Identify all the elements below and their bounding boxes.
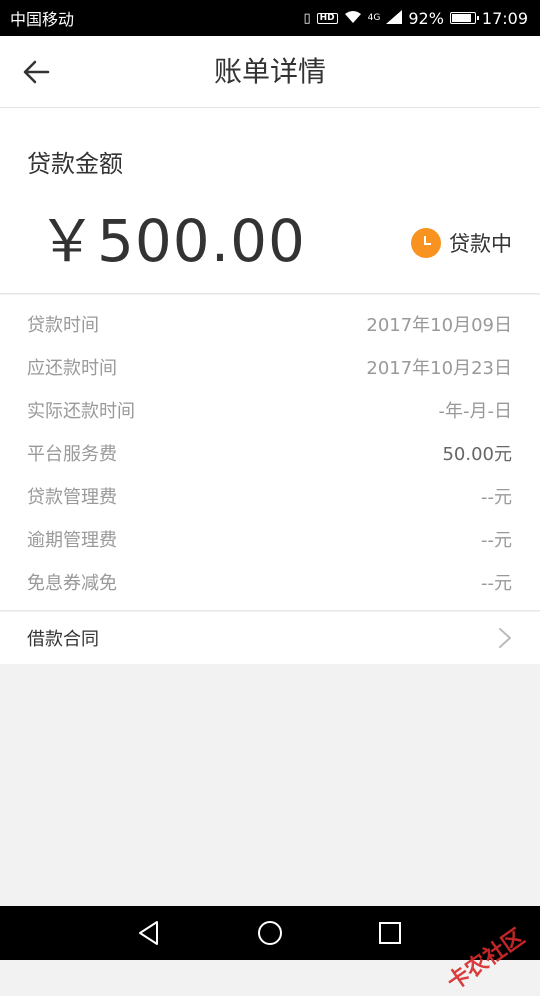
wifi-icon [344,10,362,27]
detail-row-service-fee: 平台服务费 50.00元 [27,438,512,468]
loan-contract-row[interactable]: 借款合同 [0,612,540,664]
vibrate-icon: ▯ [303,10,311,26]
loan-amount-card: 贷款金额 ￥500.00 贷款中 [0,108,540,294]
detail-label: 逾期管理费 [27,530,117,551]
nav-home-button[interactable] [256,919,284,947]
triangle-back-icon [139,921,158,945]
battery-percent: 92% [408,8,444,28]
detail-row-coupon-discount: 免息券减免 --元 [27,567,512,597]
status-text: 贷款中 [449,232,512,256]
top-navbar: 账单详情 [0,36,540,108]
detail-label: 贷款管理费 [27,487,117,508]
loan-status: 贷款中 [411,228,512,258]
detail-label: 平台服务费 [27,444,117,465]
watermark-logo: 卡农社区 [442,924,530,996]
detail-label: 免息券减免 [27,573,117,594]
nav-back-button[interactable] [135,919,163,947]
status-icons: ▯ HD 4G 92% 17:09 [303,9,528,28]
carrier-name: 中国移动 [10,10,75,29]
contract-label: 借款合同 [27,629,99,650]
detail-value: --元 [481,573,512,594]
detail-value: 2017年10月23日 [366,358,512,379]
detail-label: 应还款时间 [27,358,117,379]
detail-value: --元 [481,530,512,551]
detail-value: 50.00元 [442,444,512,465]
detail-row-loan-time: 贷款时间 2017年10月09日 [27,309,512,339]
detail-value: 2017年10月09日 [366,315,512,336]
nav-recents-button[interactable] [376,919,404,947]
clock-time: 17:09 [481,8,528,28]
detail-value: -年-月-日 [438,401,513,422]
page-title: 账单详情 [213,55,326,88]
detail-value: --元 [481,487,512,508]
hd-icon: HD [316,12,338,24]
detail-label: 实际还款时间 [27,401,135,422]
system-nav-bar: 卡农社区 [0,906,540,996]
signal-icon [386,9,403,27]
square-recents-icon [379,922,401,944]
detail-row-actual-repay-time: 实际还款时间 -年-月-日 [27,395,512,425]
detail-row-overdue-fee: 逾期管理费 --元 [27,524,512,554]
battery-icon [449,12,479,24]
network-type: 4G [367,13,381,23]
amount-label: 贷款金额 [27,150,123,178]
details-list: 贷款时间 2017年10月09日 应还款时间 2017年10月23日 实际还款时… [0,295,540,611]
detail-row-management-fee: 贷款管理费 --元 [27,481,512,511]
detail-label: 贷款时间 [27,315,99,336]
chevron-right-icon [499,628,511,648]
clock-icon [411,228,441,258]
amount-value: ￥500.00 [38,207,306,275]
status-bar: 中国移动 ▯ HD 4G 92% 17:09 [0,0,540,36]
detail-row-due-time: 应还款时间 2017年10月23日 [27,352,512,382]
circle-home-icon [258,921,282,945]
